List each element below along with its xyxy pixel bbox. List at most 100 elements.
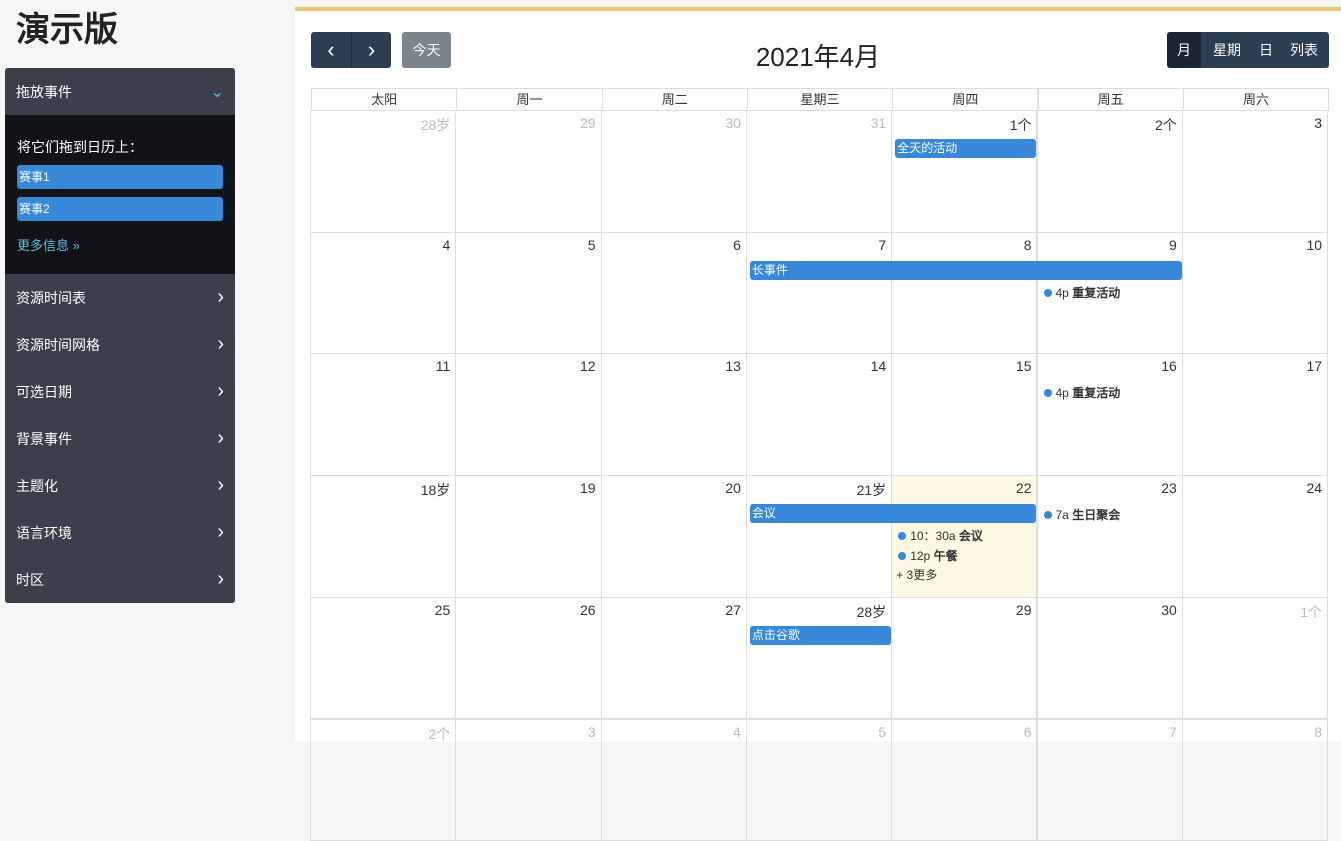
day-number[interactable]: 28岁	[421, 115, 451, 135]
day-cell[interactable]: 1个	[891, 110, 1037, 233]
day-cell[interactable]: 7	[1037, 719, 1183, 841]
day-number[interactable]: 7	[1169, 724, 1177, 740]
sidebar-item-drag-drop[interactable]: 拖放事件⌄	[5, 68, 235, 115]
day-cell[interactable]: 13	[601, 353, 747, 476]
day-number[interactable]: 23	[1161, 480, 1177, 496]
day-cell[interactable]: 6	[891, 719, 1037, 841]
view-button[interactable]: 列表	[1279, 32, 1329, 68]
day-number[interactable]: 13	[725, 358, 741, 374]
day-cell[interactable]: 2个	[1037, 110, 1183, 233]
day-cell[interactable]: 24	[1182, 475, 1328, 598]
day-cell[interactable]: 25	[310, 597, 456, 720]
day-number[interactable]: 5	[878, 724, 886, 740]
day-cell[interactable]: 29	[891, 597, 1037, 720]
day-cell[interactable]: 31	[746, 110, 892, 233]
day-number[interactable]: 30	[725, 115, 741, 131]
day-number[interactable]: 1个	[1300, 602, 1322, 622]
sidebar-item[interactable]: 可选日期›	[5, 368, 235, 415]
day-number[interactable]: 17	[1307, 358, 1323, 374]
event-item[interactable]: 7a 生日聚会	[1044, 506, 1121, 523]
event-bar[interactable]: 长事件	[750, 261, 1182, 280]
day-number[interactable]: 4	[733, 724, 741, 740]
event-item[interactable]: 12p 午餐	[898, 547, 957, 564]
view-button[interactable]: 月	[1167, 32, 1201, 68]
more-events-link[interactable]: + 3更多	[896, 566, 937, 583]
event-item[interactable]: 4p 重复活动	[1044, 284, 1121, 301]
day-number[interactable]: 3	[1314, 115, 1322, 131]
day-number[interactable]: 28岁	[857, 602, 887, 622]
day-number[interactable]: 4	[443, 237, 451, 253]
event-bar[interactable]: 全天的活动	[895, 139, 1036, 158]
day-number[interactable]: 19	[580, 480, 596, 496]
day-number[interactable]: 20	[725, 480, 741, 496]
more-info-link[interactable]: 更多信息 »	[17, 235, 223, 254]
day-cell[interactable]: 18岁	[310, 475, 456, 598]
day-number[interactable]: 8	[1024, 237, 1032, 253]
day-cell[interactable]: 3	[1182, 110, 1328, 233]
day-cell[interactable]: 30	[601, 110, 747, 233]
day-cell[interactable]: 30	[1037, 597, 1183, 720]
day-number[interactable]: 9	[1169, 237, 1177, 253]
day-cell[interactable]: 17	[1182, 353, 1328, 476]
day-number[interactable]: 31	[871, 115, 887, 131]
day-cell[interactable]: 11	[310, 353, 456, 476]
day-number[interactable]: 29	[1016, 602, 1032, 618]
day-number[interactable]: 2个	[429, 724, 451, 744]
day-number[interactable]: 11	[436, 358, 451, 374]
day-number[interactable]: 15	[1016, 358, 1032, 374]
view-button[interactable]: 星期	[1201, 32, 1253, 68]
day-number[interactable]: 25	[435, 602, 451, 618]
next-button[interactable]: ›	[351, 32, 391, 68]
day-cell[interactable]: 12	[455, 353, 601, 476]
day-number[interactable]: 1个	[1010, 115, 1032, 135]
day-cell[interactable]: 5	[455, 232, 601, 355]
day-cell[interactable]: 3	[455, 719, 601, 841]
day-cell[interactable]: 29	[455, 110, 601, 233]
sidebar-item[interactable]: 主题化›	[5, 462, 235, 509]
day-cell[interactable]: 21岁	[746, 475, 892, 598]
sidebar-item[interactable]: 背景事件›	[5, 415, 235, 462]
day-number[interactable]: 12	[580, 358, 596, 374]
day-cell[interactable]: 14	[746, 353, 892, 476]
external-event[interactable]: 赛事2	[17, 197, 223, 221]
day-cell[interactable]: 2个	[310, 719, 456, 841]
event-bar[interactable]: 点击谷歌	[750, 626, 891, 645]
day-number[interactable]: 22	[1016, 480, 1032, 496]
day-number[interactable]: 6	[1024, 724, 1032, 740]
day-number[interactable]: 29	[580, 115, 596, 131]
day-number[interactable]: 3	[588, 724, 596, 740]
day-number[interactable]: 27	[725, 602, 741, 618]
sidebar-item[interactable]: 时区›	[5, 556, 235, 603]
sidebar-item[interactable]: 资源时间表›	[5, 274, 235, 321]
day-number[interactable]: 24	[1307, 480, 1323, 496]
day-cell[interactable]: 16	[1037, 353, 1183, 476]
day-cell[interactable]: 6	[601, 232, 747, 355]
day-cell[interactable]: 4	[601, 719, 747, 841]
day-cell[interactable]: 26	[455, 597, 601, 720]
event-item[interactable]: 4p 重复活动	[1044, 384, 1121, 401]
day-number[interactable]: 6	[733, 237, 741, 253]
day-cell[interactable]: 8	[891, 232, 1037, 355]
day-number[interactable]: 18岁	[421, 480, 451, 500]
day-number[interactable]: 26	[580, 602, 596, 618]
day-cell[interactable]: 10	[1182, 232, 1328, 355]
day-cell[interactable]: 20	[601, 475, 747, 598]
sidebar-item[interactable]: 语言环境›	[5, 509, 235, 556]
day-number[interactable]: 5	[588, 237, 596, 253]
view-button[interactable]: 日	[1253, 32, 1279, 68]
day-cell[interactable]: 4	[310, 232, 456, 355]
prev-button[interactable]: ‹	[311, 32, 351, 68]
day-cell[interactable]: 27	[601, 597, 747, 720]
day-cell[interactable]: 8	[1182, 719, 1328, 841]
day-cell[interactable]: 5	[746, 719, 892, 841]
day-cell[interactable]: 19	[455, 475, 601, 598]
event-item[interactable]: 10：30a 会议	[898, 527, 983, 544]
sidebar-item[interactable]: 资源时间网格›	[5, 321, 235, 368]
day-number[interactable]: 16	[1161, 358, 1177, 374]
day-cell[interactable]: 7	[746, 232, 892, 355]
day-number[interactable]: 30	[1161, 602, 1177, 618]
day-number[interactable]: 8	[1314, 724, 1322, 740]
day-cell[interactable]: 23	[1037, 475, 1183, 598]
day-cell[interactable]: 1个	[1182, 597, 1328, 720]
day-number[interactable]: 14	[871, 358, 887, 374]
